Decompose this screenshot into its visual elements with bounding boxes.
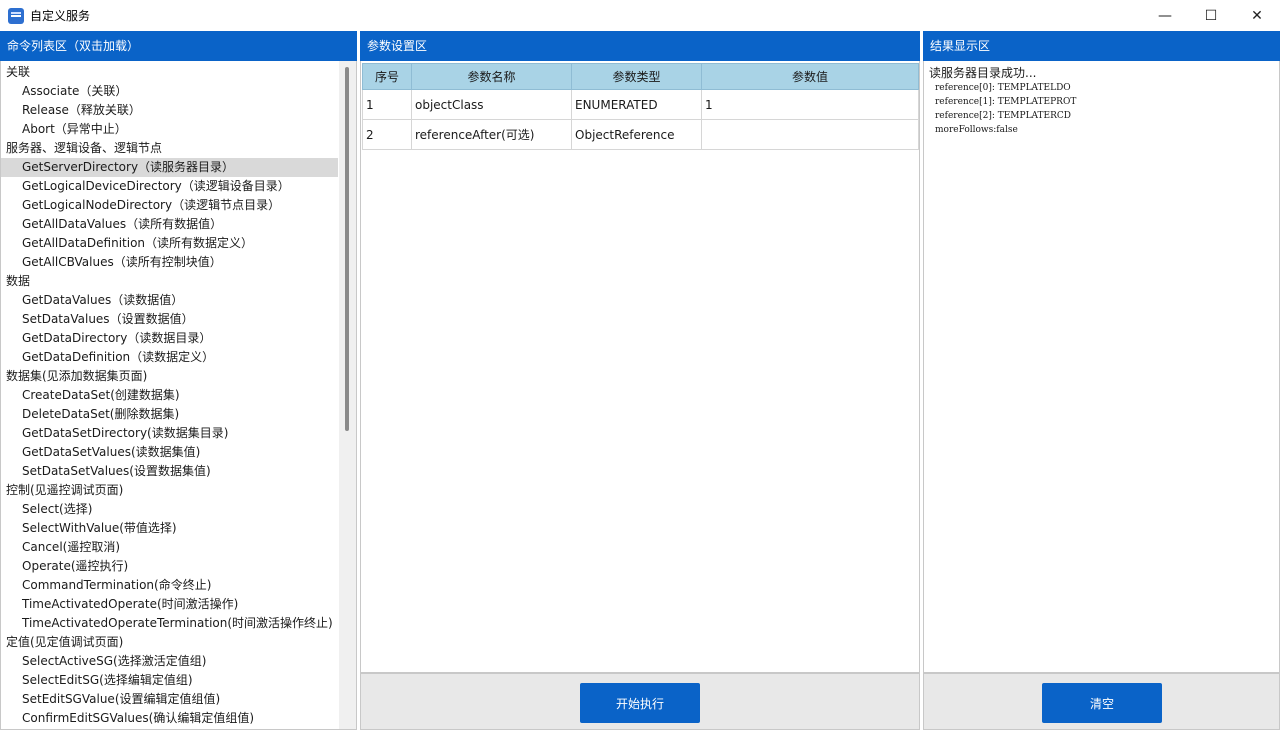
command-item[interactable]: Abort（异常中止） xyxy=(1,120,356,139)
execute-button[interactable]: 开始执行 xyxy=(580,683,700,723)
params-table-header-row: 序号 参数名称 参数类型 参数值 xyxy=(362,63,919,90)
results-panel-header: 结果显示区 xyxy=(923,31,1280,61)
col-header-value: 参数值 xyxy=(701,63,919,90)
command-item[interactable]: GetDataDirectory（读数据目录） xyxy=(1,329,356,348)
command-list: 关联 Associate（关联） Release（释放关联） Abort（异常中止） 服… xyxy=(0,61,357,730)
command-group-label: 关联 xyxy=(6,65,31,79)
command-item[interactable]: TimeActivatedOperateTermination(时间激活操作终止… xyxy=(1,614,356,633)
command-group-label: 服务器、逻辑设备、逻辑节点 xyxy=(6,141,163,155)
col-header-type: 参数类型 xyxy=(571,63,702,90)
results-panel[interactable]: 读服务器目录成功... reference[0]: TEMPLATELDO re… xyxy=(923,61,1280,673)
command-group-label: 数据 xyxy=(6,274,31,288)
cell-value[interactable] xyxy=(701,119,919,150)
command-item[interactable]: SelectEditSG(选择编辑定值组) xyxy=(1,671,356,690)
window-controls: — ☐ ✕ xyxy=(1142,0,1280,31)
command-item[interactable]: GetDataDefinition（读数据定义） xyxy=(1,348,356,367)
command-item[interactable]: GetLogicalDeviceDirectory（读逻辑设备目录） xyxy=(1,177,356,196)
command-item[interactable]: Operate(遥控执行) xyxy=(1,557,356,576)
command-item[interactable]: GetAllDataDefinition（读所有数据定义） xyxy=(1,234,356,253)
command-item[interactable]: SetEditSGValue(设置编辑定值组值) xyxy=(1,690,356,709)
result-title: 读服务器目录成功... xyxy=(929,66,1037,80)
col-header-index: 序号 xyxy=(362,63,412,90)
command-item[interactable]: CreateDataSet(创建数据集) xyxy=(1,386,356,405)
command-item[interactable]: GetLogicalNodeDirectory（读逻辑节点目录） xyxy=(1,196,356,215)
cell-type: ENUMERATED xyxy=(571,89,702,120)
command-item[interactable]: GetServerDirectory（读服务器目录） xyxy=(1,158,338,177)
params-panel-header: 参数设置区 xyxy=(360,31,920,61)
minimize-icon[interactable]: — xyxy=(1142,0,1188,31)
app-icon xyxy=(8,7,24,24)
title-bar: 自定义服务 — ☐ ✕ xyxy=(0,0,1280,31)
command-group-label: 控制(见遥控调试页面) xyxy=(6,483,124,497)
result-line: moreFollows:false xyxy=(935,125,1018,135)
command-list-items: 关联 Associate（关联） Release（释放关联） Abort（异常中止） 服… xyxy=(1,61,356,728)
command-item[interactable]: ConfirmEditSGValues(确认编辑定值组值) xyxy=(1,709,356,728)
command-item[interactable]: Release（释放关联） xyxy=(1,101,356,120)
command-item[interactable]: DeleteDataSet(删除数据集) xyxy=(1,405,356,424)
result-line: reference[2]: TEMPLATERCD xyxy=(935,111,1071,121)
cell-type: ObjectReference xyxy=(571,119,702,150)
command-item[interactable]: GetDataSetValues(读数据集值) xyxy=(1,443,356,462)
command-item[interactable]: SelectWithValue(带值选择) xyxy=(1,519,356,538)
command-item[interactable]: GetDataValues（读数据值） xyxy=(1,291,356,310)
cell-index: 1 xyxy=(362,89,412,120)
command-group-label: 数据集(见添加数据集页面) xyxy=(6,369,148,383)
params-panel: 序号 参数名称 参数类型 参数值 1 objectClass ENUMERATE… xyxy=(360,61,920,673)
results-bottom-bar: 清空 xyxy=(923,673,1280,730)
result-line: reference[0]: TEMPLATELDO xyxy=(935,83,1071,93)
window-title: 自定义服务 xyxy=(30,9,91,23)
command-item[interactable]: SelectActiveSG(选择激活定值组) xyxy=(1,652,356,671)
clear-button[interactable]: 清空 xyxy=(1042,683,1162,723)
command-item[interactable]: SetDataSetValues(设置数据集值) xyxy=(1,462,356,481)
command-item[interactable]: GetAllCBValues（读所有控制块值） xyxy=(1,253,356,272)
table-row[interactable]: 1 objectClass ENUMERATED 1 xyxy=(362,89,919,120)
cell-name: referenceAfter(可选) xyxy=(411,119,572,150)
command-item[interactable]: GetAllDataValues（读所有数据值） xyxy=(1,215,356,234)
cell-index: 2 xyxy=(362,119,412,150)
command-item[interactable]: SetDataValues（设置数据值） xyxy=(1,310,356,329)
scrollbar-thumb[interactable] xyxy=(345,67,349,431)
command-item[interactable]: Associate（关联） xyxy=(1,82,356,101)
commands-panel-header: 命令列表区（双击加载） xyxy=(0,31,357,61)
params-bottom-bar: 开始执行 xyxy=(360,673,920,730)
col-header-name: 参数名称 xyxy=(411,63,572,90)
command-list-scrollbar[interactable] xyxy=(339,61,356,729)
command-item[interactable]: Cancel(遥控取消) xyxy=(1,538,356,557)
command-item[interactable]: TimeActivatedOperate(时间激活操作) xyxy=(1,595,356,614)
cell-name: objectClass xyxy=(411,89,572,120)
params-table: 序号 参数名称 参数类型 参数值 1 objectClass ENUMERATE… xyxy=(362,63,919,150)
command-item[interactable]: Select(选择) xyxy=(1,500,356,519)
command-item[interactable]: GetDataSetDirectory(读数据集目录) xyxy=(1,424,356,443)
cell-value[interactable]: 1 xyxy=(701,89,919,120)
command-group-label: 定值(见定值调试页面) xyxy=(6,635,124,649)
table-row[interactable]: 2 referenceAfter(可选) ObjectReference xyxy=(362,119,919,150)
maximize-icon[interactable]: ☐ xyxy=(1188,0,1234,31)
close-icon[interactable]: ✕ xyxy=(1234,0,1280,31)
command-item[interactable]: CommandTermination(命令终止) xyxy=(1,576,356,595)
result-line: reference[1]: TEMPLATEPROT xyxy=(935,97,1077,107)
